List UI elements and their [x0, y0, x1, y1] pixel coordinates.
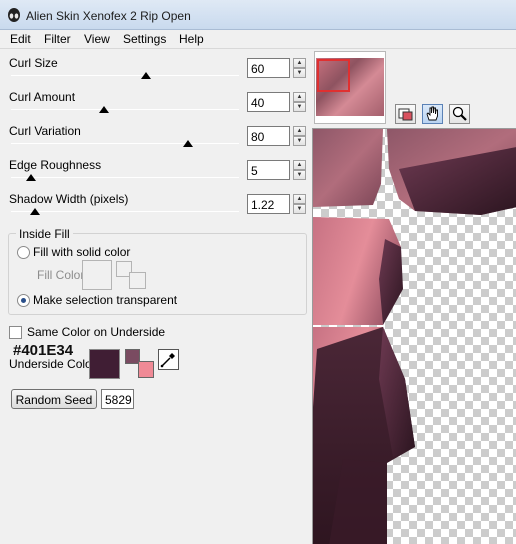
curl-amount-field[interactable]: 40 [247, 92, 290, 112]
eyedropper-button[interactable] [158, 349, 179, 370]
menu-settings[interactable]: Settings [123, 32, 166, 46]
edge-roughness-slider-thumb[interactable] [25, 174, 36, 181]
controls-panel: Curl Size 60 ▲ ▼ Curl Amount 40 ▲ ▼ Curl… [0, 49, 312, 544]
shadow-width-field[interactable]: 1.22 [247, 194, 290, 214]
same-color-underside-label[interactable]: Same Color on Underside [27, 325, 165, 339]
curl-variation-up-arrow-icon[interactable]: ▲ [293, 126, 306, 136]
edge-roughness-spinner[interactable]: ▲ ▼ [293, 160, 306, 180]
alien-skin-app-icon [8, 8, 20, 22]
menu-filter[interactable]: Filter [44, 32, 71, 46]
edge-roughness-label: Edge Roughness [9, 158, 102, 172]
preview-selector-button[interactable] [395, 104, 416, 124]
curl-size-field[interactable]: 60 [247, 58, 290, 78]
curl-amount-up-arrow-icon[interactable]: ▲ [293, 92, 306, 102]
preview-image [313, 129, 516, 544]
curl-variation-spinner[interactable]: ▲ ▼ [293, 126, 306, 146]
curl-amount-down-arrow-icon[interactable]: ▼ [293, 102, 306, 112]
preview-selector-icon [398, 108, 413, 121]
curl-size-label: Curl Size [9, 56, 58, 70]
title-bar: Alien Skin Xenofex 2 Rip Open [0, 0, 516, 30]
menu-edit[interactable]: Edit [10, 32, 31, 46]
hand-icon [426, 106, 438, 121]
curl-variation-slider-track[interactable] [11, 143, 239, 144]
navigator-thumbnail[interactable] [314, 51, 386, 124]
underside-recent-color-b[interactable] [138, 361, 154, 378]
hand-tool-button[interactable] [422, 104, 443, 124]
fill-transparent-radio[interactable] [17, 294, 30, 307]
edge-roughness-slider-track[interactable] [11, 177, 239, 178]
curl-amount-label: Curl Amount [9, 90, 76, 104]
curl-amount-slider-track[interactable] [11, 109, 239, 110]
fill-color-label: Fill Color [37, 268, 85, 282]
underside-color-swatch[interactable] [89, 349, 120, 379]
navigator-view-rectangle[interactable] [317, 59, 350, 92]
random-seed-button[interactable]: Random Seed [11, 389, 97, 409]
menu-help[interactable]: Help [179, 32, 204, 46]
preview-pane[interactable] [312, 128, 516, 544]
curl-amount-slider-thumb[interactable] [99, 106, 109, 113]
curl-size-up-arrow-icon[interactable]: ▲ [293, 58, 306, 68]
seed-field[interactable]: 5829 [101, 389, 134, 409]
curl-size-spinner[interactable]: ▲ ▼ [293, 58, 306, 78]
window-title: Alien Skin Xenofex 2 Rip Open [26, 9, 191, 23]
shadow-width-spinner[interactable]: ▲ ▼ [293, 194, 306, 214]
curl-amount-spinner[interactable]: ▲ ▼ [293, 92, 306, 112]
curl-variation-field[interactable]: 80 [247, 126, 290, 146]
shadow-width-label: Shadow Width (pixels) [9, 192, 129, 206]
fill-color-swatch[interactable] [82, 260, 112, 290]
navigator-area [312, 49, 516, 128]
curl-size-down-arrow-icon[interactable]: ▼ [293, 68, 306, 78]
menu-view[interactable]: View [84, 32, 110, 46]
zoom-icon [452, 106, 467, 121]
underside-color-label: Underside Color [9, 357, 96, 371]
curl-variation-label: Curl Variation [9, 124, 81, 138]
curl-variation-slider-thumb[interactable] [183, 140, 193, 147]
same-color-underside-checkbox[interactable] [9, 326, 22, 339]
edge-roughness-field[interactable]: 5 [247, 160, 290, 180]
fill-transparent-label[interactable]: Make selection transparent [33, 293, 177, 307]
eyedropper-icon [160, 353, 175, 368]
edge-roughness-down-arrow-icon[interactable]: ▼ [293, 170, 306, 180]
curl-variation-down-arrow-icon[interactable]: ▼ [293, 136, 306, 146]
inside-fill-title: Inside Fill [16, 227, 73, 241]
fill-color-recent-b[interactable] [129, 272, 146, 289]
shadow-width-down-arrow-icon[interactable]: ▼ [293, 204, 306, 214]
zoom-tool-button[interactable] [449, 104, 470, 124]
shadow-width-slider-thumb[interactable] [29, 208, 40, 215]
shadow-width-slider-track[interactable] [11, 211, 239, 212]
edge-roughness-up-arrow-icon[interactable]: ▲ [293, 160, 306, 170]
fill-solid-radio[interactable] [17, 246, 30, 259]
curl-size-slider-thumb[interactable] [141, 72, 151, 79]
fill-solid-label[interactable]: Fill with solid color [33, 245, 130, 259]
curl-size-slider-track[interactable] [11, 75, 239, 76]
shadow-width-up-arrow-icon[interactable]: ▲ [293, 194, 306, 204]
menu-bar: Edit Filter View Settings Help [0, 30, 516, 49]
